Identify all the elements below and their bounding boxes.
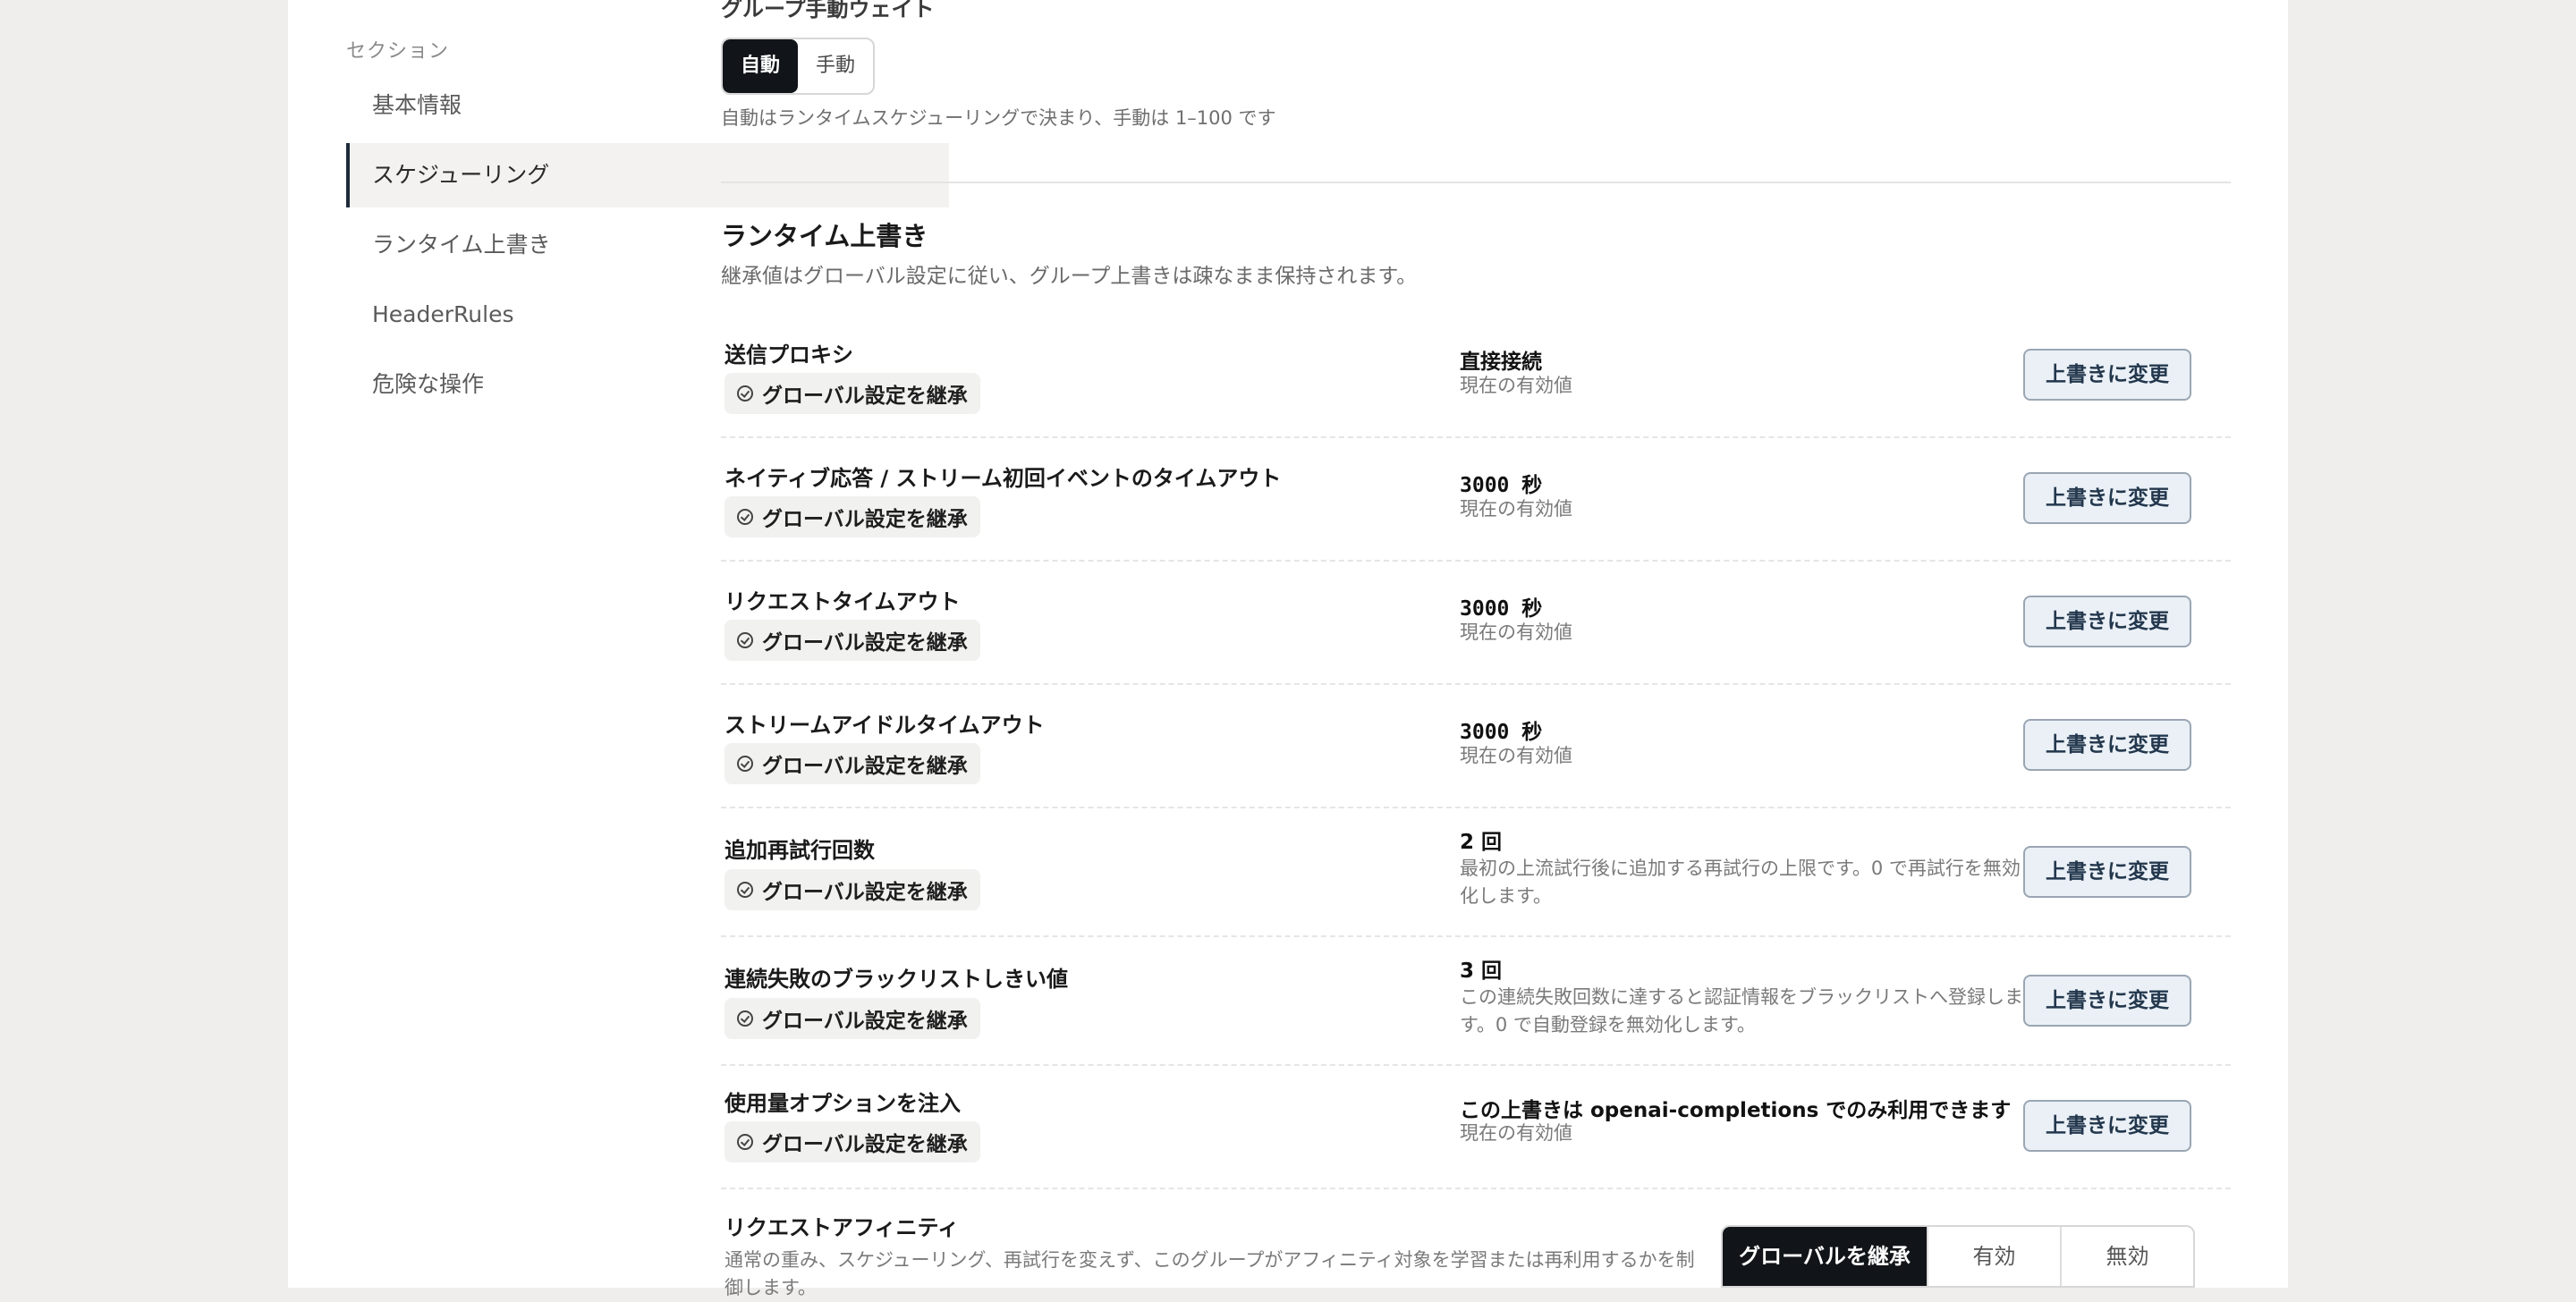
inherit-badge: グローバル設定を継承 <box>724 1121 980 1162</box>
override-button[interactable]: 上書きに変更 <box>2023 975 2191 1027</box>
check-circle-icon <box>737 1134 753 1150</box>
row-label: 使用量オプションを注入 <box>724 1091 961 1116</box>
row-value: 3000 秒 <box>1460 721 1543 744</box>
affinity-inherit-option[interactable]: グローバルを継承 <box>1723 1227 1927 1286</box>
sidebar-item-scheduling[interactable]: スケジューリング <box>346 143 949 207</box>
override-row-proxy: 送信プロキシ グローバル設定を継承 直接接続 現在の有効値 上書きに変更 <box>721 324 2231 438</box>
section-divider <box>721 182 2231 183</box>
override-button[interactable]: 上書きに変更 <box>2023 1100 2191 1152</box>
check-circle-icon <box>737 632 753 648</box>
weight-auto-option[interactable]: 自動 <box>723 39 799 93</box>
row-value: 2 回 <box>1460 831 1503 854</box>
inherit-badge-label: グローバル設定を継承 <box>762 1010 968 1033</box>
inherit-badge: グローバル設定を継承 <box>724 743 980 784</box>
settings-card: セクション 基本情報 スケジューリング ランタイム上書き HeaderRules… <box>288 0 2288 1298</box>
row-desc: 現在の有効値 <box>1460 498 1572 520</box>
check-circle-icon <box>737 756 753 772</box>
affinity-enabled-option[interactable]: 有効 <box>1926 1227 2060 1286</box>
inherit-badge: グローバル設定を継承 <box>724 998 980 1039</box>
row-label: ストリームアイドルタイムアウト <box>724 713 1045 738</box>
override-button[interactable]: 上書きに変更 <box>2023 719 2191 771</box>
row-label: 送信プロキシ <box>724 342 853 368</box>
override-row-blacklist-threshold: 連続失敗のブラックリストしきい値 グローバル設定を継承 3 回 この連続失敗回数… <box>721 937 2231 1066</box>
inherit-badge-label: グローバル設定を継承 <box>762 755 968 778</box>
row-value: 3000 秒 <box>1460 474 1543 497</box>
runtime-overrides-subtitle: 継承値はグローバル設定に従い、グループ上書きは疎なまま保持されます。 <box>721 265 1418 288</box>
row-desc: 現在の有効値 <box>1460 745 1572 766</box>
request-affinity-label: リクエストアフィニティ <box>724 1215 960 1240</box>
weight-manual-option[interactable]: 手動 <box>798 39 873 93</box>
override-button[interactable]: 上書きに変更 <box>2023 596 2191 647</box>
row-desc: この連続失敗回数に達すると認証情報をブラックリストへ登録します。0 で自動登録を… <box>1460 986 2023 1036</box>
inherit-badge: グローバル設定を継承 <box>724 620 980 661</box>
inherit-badge: グローバル設定を継承 <box>724 373 980 414</box>
row-value: 直接接続 <box>1460 351 1542 374</box>
row-value: この上書きは openai-completions でのみ利用できます <box>1460 1099 2012 1122</box>
row-value: 3 回 <box>1460 960 1503 983</box>
override-row-first-event-timeout: ネイティブ応答 / ストリーム初回イベントのタイムアウト グローバル設定を継承 … <box>721 438 2231 562</box>
inherit-badge: グローバル設定を継承 <box>724 869 980 910</box>
runtime-overrides-title: ランタイム上書き <box>721 221 928 251</box>
affinity-disabled-option[interactable]: 無効 <box>2059 1227 2193 1286</box>
row-desc: 現在の有効値 <box>1460 621 1572 643</box>
check-circle-icon <box>737 882 753 898</box>
check-circle-icon <box>737 385 753 402</box>
row-label: ネイティブ応答 / ストリーム初回イベントのタイムアウト <box>724 466 1282 491</box>
inherit-badge: グローバル設定を継承 <box>724 496 980 537</box>
row-label: 追加再試行回数 <box>724 838 875 863</box>
request-affinity-toggle: グローバルを継承 有効 無効 <box>1721 1225 2195 1288</box>
override-button[interactable]: 上書きに変更 <box>2023 349 2191 401</box>
inherit-badge-label: グローバル設定を継承 <box>762 631 968 655</box>
inherit-badge-label: グローバル設定を継承 <box>762 508 968 531</box>
override-button[interactable]: 上書きに変更 <box>2023 472 2191 524</box>
row-desc: 現在の有効値 <box>1460 375 1572 396</box>
inherit-badge-label: グローバル設定を継承 <box>762 881 968 904</box>
group-weight-heading: グループ手動ウェイト <box>721 0 935 21</box>
check-circle-icon <box>737 509 753 525</box>
check-circle-icon <box>737 1010 753 1027</box>
row-label: リクエストタイムアウト <box>724 589 961 614</box>
inherit-badge-label: グローバル設定を継承 <box>762 1133 968 1156</box>
override-button[interactable]: 上書きに変更 <box>2023 846 2191 898</box>
override-row-stream-idle-timeout: ストリームアイドルタイムアウト グローバル設定を継承 3000 秒 現在の有効値… <box>721 685 2231 808</box>
row-desc: 最初の上流試行後に追加する再試行の上限です。0 で再試行を無効化します。 <box>1460 858 2021 907</box>
request-affinity-desc: 通常の重み、スケジューリング、再試行を変えず、このグループがアフィニティ対象を学… <box>724 1249 1695 1298</box>
group-weight-hint: 自動はランタイムスケジューリングで決まり、手動は 1–100 です <box>721 107 1276 129</box>
override-row-request-timeout: リクエストタイムアウト グローバル設定を継承 3000 秒 現在の有効値 上書き… <box>721 562 2231 685</box>
row-value: 3000 秒 <box>1460 597 1543 621</box>
group-weight-toggle: 自動 手動 <box>721 38 876 95</box>
row-label: 連続失敗のブラックリストしきい値 <box>724 967 1068 992</box>
override-row-usage-options: 使用量オプションを注入 グローバル設定を継承 この上書きは openai-com… <box>721 1066 2231 1189</box>
override-row-retry-count: 追加再試行回数 グローバル設定を継承 2 回 最初の上流試行後に追加する再試行の… <box>721 808 2231 937</box>
inherit-badge-label: グローバル設定を継承 <box>762 385 968 408</box>
row-desc: 現在の有効値 <box>1460 1122 1572 1144</box>
